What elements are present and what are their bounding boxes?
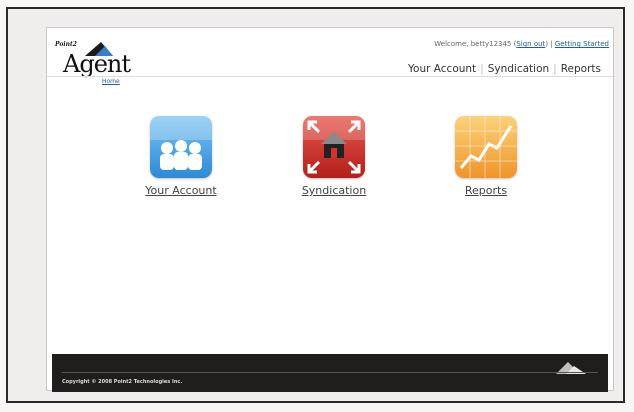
tile-your-account-label[interactable]: Your Account	[126, 184, 236, 197]
footer-divider	[62, 372, 598, 373]
logo-brand-main: Agent	[63, 50, 131, 78]
getting-started-link[interactable]: Getting Started	[555, 40, 609, 48]
sign-out-link[interactable]: Sign out	[516, 40, 545, 48]
welcome-separator: ) |	[545, 40, 553, 48]
page: Point2 Agent Home Welcome, betty12345 (S…	[46, 27, 614, 392]
top-nav: Your Account | Syndication | Reports	[408, 63, 601, 75]
tile-reports[interactable]: Reports	[431, 116, 541, 197]
users-icon	[150, 116, 212, 178]
nav-your-account[interactable]: Your Account	[408, 63, 476, 75]
nav-divider: |	[553, 63, 557, 75]
point2-agent-logo[interactable]: Point2 Agent	[53, 38, 143, 88]
welcome-bar: Welcome, betty12345 (Sign out) | Getting…	[434, 40, 609, 48]
house-arrows-icon	[303, 116, 365, 178]
browser-frame: Point2 Agent Home Welcome, betty12345 (S…	[6, 7, 625, 403]
nav-syndication[interactable]: Syndication	[488, 63, 549, 75]
welcome-text: Welcome, betty12345 (	[434, 40, 517, 48]
chart-icon	[455, 116, 517, 178]
header-divider	[47, 76, 613, 77]
logo-brand-small: Point2	[55, 41, 77, 48]
tile-reports-label[interactable]: Reports	[431, 184, 541, 197]
breadcrumb-home[interactable]: Home	[102, 78, 120, 85]
tile-your-account[interactable]: Your Account	[126, 116, 236, 197]
tile-syndication[interactable]: Syndication	[279, 116, 389, 197]
nav-divider: |	[480, 63, 484, 75]
nav-reports[interactable]: Reports	[561, 63, 601, 75]
copyright-text: Copyright © 2008 Point2 Technologies Inc…	[62, 379, 183, 385]
footer: Copyright © 2008 Point2 Technologies Inc…	[52, 354, 608, 392]
tile-syndication-label[interactable]: Syndication	[279, 184, 389, 197]
